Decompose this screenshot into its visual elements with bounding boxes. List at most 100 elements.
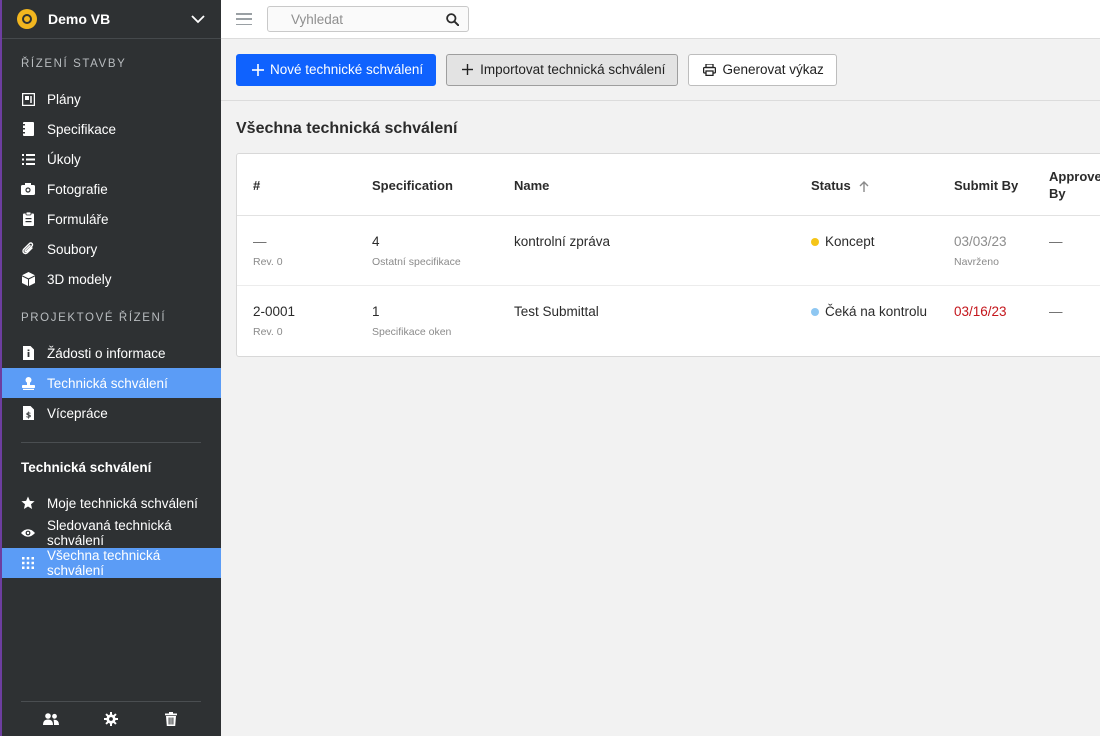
project-name: Demo VB (48, 11, 111, 27)
sidebar-item-specification[interactable]: Specifikace (2, 114, 221, 144)
project-logo-icon (17, 9, 37, 29)
stamp-icon (21, 376, 35, 390)
camera-icon (21, 182, 35, 196)
sidebar-item-label: 3D modely (47, 271, 112, 287)
sidebar-item-forms[interactable]: Formuláře (2, 204, 221, 234)
column-header-name[interactable]: Name (514, 178, 549, 193)
import-submittals-label: Importovat technická schválení (480, 62, 666, 77)
status-badge: Čeká na kontrolu (811, 304, 927, 319)
column-header-submit-by[interactable]: Submit By (954, 178, 1018, 193)
sidebar-item-label: Formuláře (47, 211, 109, 227)
grid-icon (21, 556, 35, 570)
spec-number: 1 (372, 304, 380, 319)
sidebar-item-submittals[interactable]: Technická schválení (2, 368, 221, 398)
status-label: Koncept (825, 234, 875, 249)
sidebar-item-all-submittals[interactable]: Všechna technická schválení (2, 548, 221, 578)
paperclip-icon (21, 242, 35, 256)
submittal-name: kontrolní zpráva (514, 234, 611, 249)
sidebar-item-label: Vícepráce (47, 405, 108, 421)
sort-ascending-icon (859, 181, 869, 193)
clipboard-icon (21, 212, 35, 226)
status-dot-icon (811, 237, 819, 246)
star-icon (21, 496, 35, 510)
info-document-icon (21, 346, 35, 360)
sidebar-item-label: Moje technická schválení (47, 495, 198, 511)
submittal-name: Test Submittal (514, 304, 599, 319)
sidebar-item-files[interactable]: Soubory (2, 234, 221, 264)
sidebar-item-change-orders[interactable]: $ Vícepráce (2, 398, 221, 428)
status-badge: Koncept (811, 234, 875, 249)
sidebar-item-tasks[interactable]: Úkoly (2, 144, 221, 174)
status-dot-icon (811, 307, 819, 316)
sidebar-item-label: Plány (47, 91, 81, 107)
sidebar-divider (21, 442, 201, 443)
trash-icon[interactable] (163, 711, 179, 727)
search-box (267, 6, 469, 32)
section-heading-construction: ŘÍZENÍ STAVBY (21, 58, 127, 70)
search-icon[interactable] (446, 12, 459, 26)
generate-report-button[interactable]: Generovat výkaz (688, 53, 837, 86)
sidebar-item-photos[interactable]: Fotografie (2, 174, 221, 204)
approve-date: — (1049, 304, 1063, 319)
sidebar-item-label: Soubory (47, 241, 98, 257)
cube-icon (21, 272, 35, 286)
page-title: Všechna technická schválení (236, 120, 458, 137)
submittal-number: — (253, 234, 267, 249)
import-submittals-button[interactable]: Importovat technická schválení (446, 53, 679, 86)
topbar (221, 0, 1100, 39)
sidebar-item-label: Sledovaná technická schválení (47, 518, 172, 548)
column-header-status[interactable]: Status (811, 178, 869, 193)
menu-construction: Plány Specifikace Úkoly Fotografie Formu… (2, 84, 221, 294)
revision: Rev. 0 (253, 256, 283, 268)
toolbar: Nové technické schválení Importovat tech… (221, 39, 1100, 101)
column-header-status-label: Status (811, 178, 851, 193)
spec-name: Ostatní specifikace (372, 256, 461, 268)
specification-icon (21, 122, 35, 136)
list-icon (21, 152, 35, 166)
table-header: # Specification Name Status Submit By Ap… (237, 154, 1100, 216)
chevron-down-icon[interactable] (189, 10, 207, 28)
spec-name: Specifikace oken (372, 326, 452, 338)
subsection-heading: Technická schválení (21, 460, 152, 475)
sidebar-item-watched-submittals[interactable]: Sledovaná technická schválení (2, 518, 221, 548)
new-submittal-button[interactable]: Nové technické schválení (236, 53, 437, 86)
search-input[interactable] (291, 11, 446, 27)
column-header-specification[interactable]: Specification (372, 178, 453, 193)
spec-number: 4 (372, 234, 380, 249)
hamburger-menu-icon[interactable] (236, 13, 252, 25)
sidebar-item-label: Úkoly (47, 151, 81, 167)
submit-date-note: Navrženo (954, 256, 999, 268)
section-heading-project: PROJEKTOVÉ ŘÍZENÍ (21, 312, 167, 324)
submittals-table: # Specification Name Status Submit By Ap… (236, 153, 1100, 357)
sidebar-item-label: Žádosti o informace (47, 345, 166, 361)
eye-icon (21, 526, 35, 540)
revision: Rev. 0 (253, 326, 283, 338)
column-header-number[interactable]: # (253, 178, 260, 193)
status-label: Čeká na kontrolu (825, 304, 928, 319)
table-row[interactable]: — Rev. 0 4 Ostatní specifikace kontrolní… (237, 216, 1100, 286)
menu-project: Žádosti o informace Technická schválení … (2, 338, 221, 428)
sidebar-item-label: Technická schválení (47, 375, 168, 391)
sidebar-item-label: Specifikace (47, 121, 117, 137)
column-header-approve-by[interactable]: Approve By (1049, 168, 1100, 202)
submit-date: 03/03/23 (954, 234, 1007, 249)
approve-date: — (1049, 234, 1063, 249)
menu-submittals: Moje technická schválení Sledovaná techn… (2, 488, 221, 578)
svg-text:$: $ (25, 411, 31, 420)
sidebar-item-my-submittals[interactable]: Moje technická schválení (2, 488, 221, 518)
plus-icon (461, 63, 474, 76)
gear-icon[interactable] (103, 711, 119, 727)
table-row[interactable]: 2-0001 Rev. 0 1 Specifikace oken Test Su… (237, 286, 1100, 356)
money-document-icon: $ (21, 406, 35, 420)
generate-report-label: Generovat výkaz (722, 62, 824, 77)
printer-icon (703, 63, 717, 76)
plus-icon (251, 63, 264, 76)
sidebar-item-3d-models[interactable]: 3D modely (2, 264, 221, 294)
sidebar-item-rfi[interactable]: Žádosti o informace (2, 338, 221, 368)
users-icon[interactable] (43, 711, 59, 727)
submit-date: 03/16/23 (954, 304, 1007, 319)
submittal-number: 2-0001 (253, 304, 296, 319)
sidebar-item-label: Fotografie (47, 181, 108, 197)
sidebar-item-plans[interactable]: Plány (2, 84, 221, 114)
project-switcher[interactable]: Demo VB (2, 0, 221, 39)
